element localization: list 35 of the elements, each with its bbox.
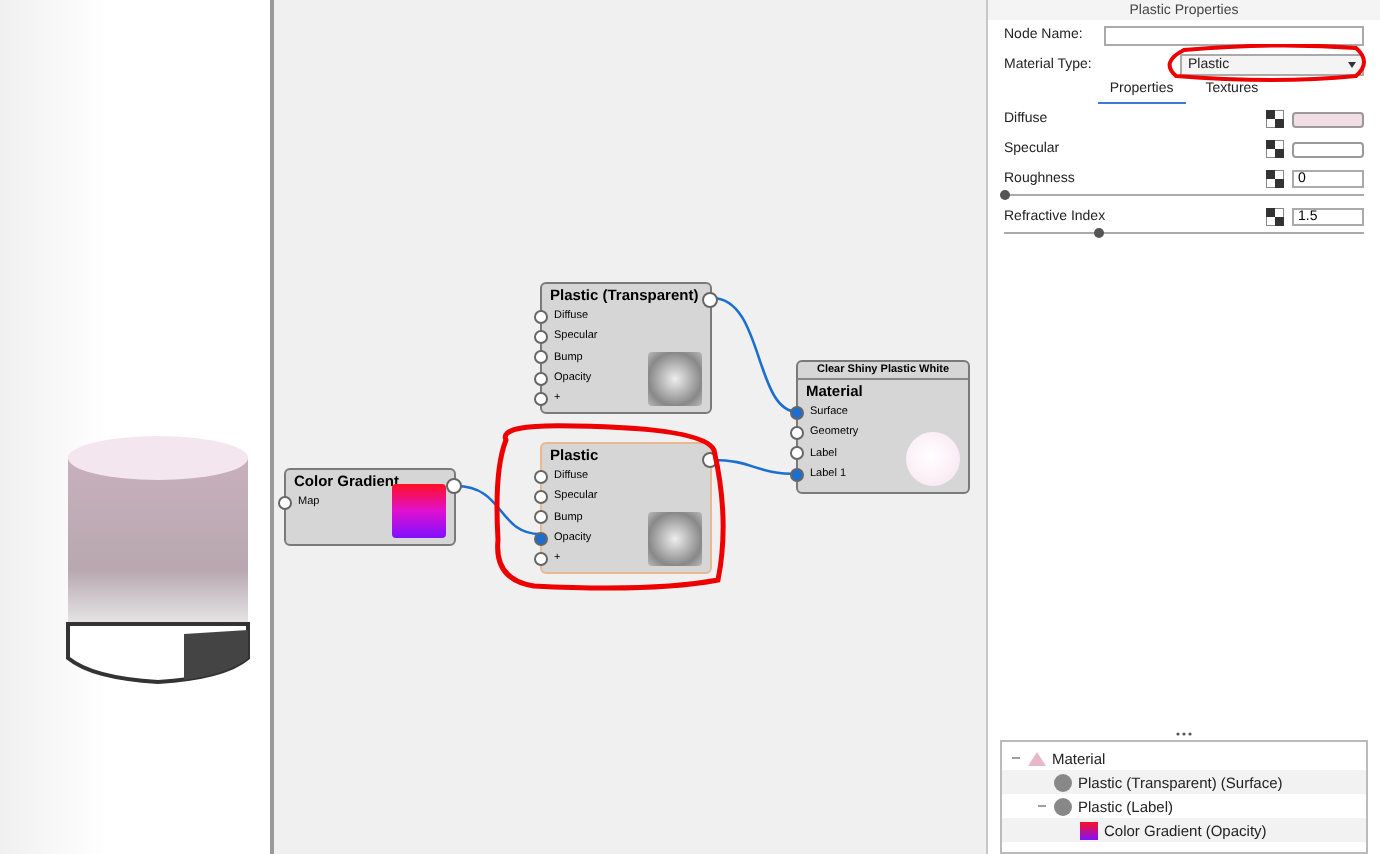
material-preview-sphere: [906, 432, 960, 486]
input-port[interactable]: [534, 531, 548, 546]
input-port[interactable]: [790, 405, 804, 420]
color-swatch[interactable]: [1292, 111, 1364, 127]
input-port[interactable]: [790, 467, 804, 482]
material-icon: [1028, 751, 1046, 765]
slider-thumb[interactable]: [1000, 190, 1010, 200]
collapse-icon[interactable]: [1036, 800, 1048, 812]
input-port[interactable]: [534, 391, 548, 406]
input-port[interactable]: [534, 329, 548, 344]
input-port[interactable]: [534, 350, 548, 365]
shader-preview-thumbnail: [648, 352, 702, 406]
gradient-swatch: [392, 484, 446, 538]
texture-slot-icon[interactable]: [1266, 110, 1284, 128]
input-port[interactable]: [534, 469, 548, 484]
shader-preview-thumbnail: [648, 512, 702, 566]
caret-icon: [1348, 62, 1356, 68]
input-port[interactable]: [534, 371, 548, 386]
collapse-icon[interactable]: [1010, 752, 1022, 764]
input-port[interactable]: [534, 510, 548, 525]
texture-slot-icon[interactable]: [1266, 140, 1284, 158]
node-name-field[interactable]: [1104, 25, 1364, 45]
texture-slot-icon[interactable]: [1266, 170, 1284, 188]
input-port[interactable]: [790, 425, 804, 440]
gradient-icon: [1080, 821, 1098, 839]
texture-slot-icon[interactable]: [1266, 208, 1284, 226]
input-port[interactable]: [278, 495, 292, 510]
input-port[interactable]: [534, 489, 548, 504]
input-port[interactable]: [790, 446, 804, 461]
output-port[interactable]: [446, 478, 462, 494]
output-port[interactable]: [702, 292, 718, 308]
slider-thumb[interactable]: [1093, 228, 1104, 238]
input-port[interactable]: [534, 309, 548, 324]
color-swatch[interactable]: [1292, 141, 1364, 157]
input-port[interactable]: [534, 551, 548, 566]
